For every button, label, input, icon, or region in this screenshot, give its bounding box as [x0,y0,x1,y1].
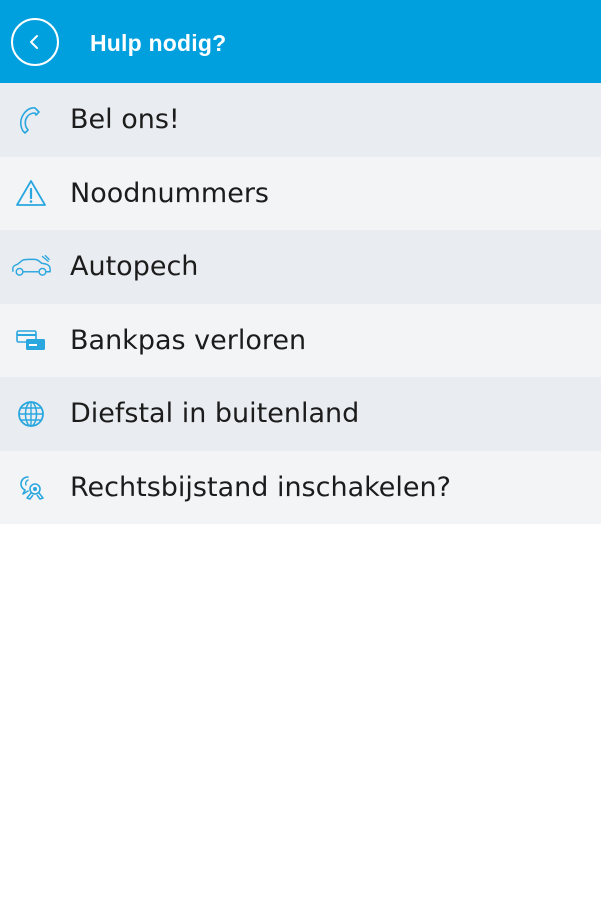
menu-item-label: Diefstal in buitenland [70,398,360,430]
app-screen: Hulp nodig? Bel ons! Noodnummers Autopec… [0,0,601,900]
app-header: Hulp nodig? [0,0,601,83]
warning-triangle-icon [10,172,52,214]
menu-item-label: Autopech [70,251,199,283]
menu-item-rechtsbijstand-inschakelen[interactable]: Rechtsbijstand inschakelen? [0,450,601,524]
page-title: Hulp nodig? [90,30,227,56]
car-breakdown-icon [10,246,52,288]
back-button[interactable] [11,18,59,66]
help-menu-list: Bel ons! Noodnummers Autopech Bankpas ve… [0,83,601,524]
menu-item-autopech[interactable]: Autopech [0,230,601,304]
menu-item-label: Noodnummers [70,177,269,209]
menu-item-label: Bel ons! [70,104,180,136]
legal-aid-icon [10,466,52,508]
menu-item-noodnummers[interactable]: Noodnummers [0,156,601,230]
menu-item-bel-ons[interactable]: Bel ons! [0,83,601,157]
chevron-left-icon [26,32,44,52]
globe-icon [10,393,52,435]
phone-icon [10,99,52,141]
menu-item-label: Rechtsbijstand inschakelen? [70,471,451,503]
bank-card-icon [10,319,52,361]
menu-item-label: Bankpas verloren [70,324,307,356]
menu-item-diefstal-in-buitenland[interactable]: Diefstal in buitenland [0,377,601,451]
menu-item-bankpas-verloren[interactable]: Bankpas verloren [0,303,601,377]
